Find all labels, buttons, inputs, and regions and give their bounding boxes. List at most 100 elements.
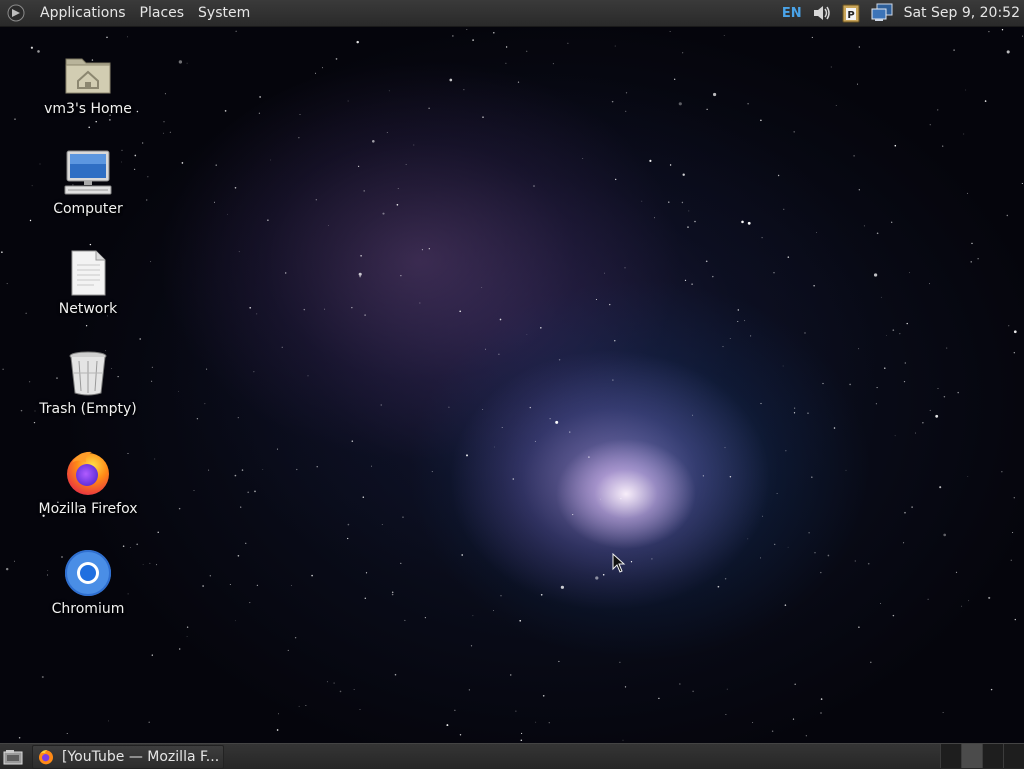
star: [470, 645, 473, 647]
star: [298, 705, 300, 707]
star: [529, 406, 531, 409]
volume-icon[interactable]: [812, 4, 832, 22]
star: [347, 523, 350, 526]
star: [867, 562, 870, 565]
clipboard-icon[interactable]: P: [842, 3, 860, 23]
menu-places[interactable]: Places: [133, 0, 192, 26]
star: [446, 724, 449, 727]
star: [254, 490, 256, 493]
star: [813, 285, 815, 287]
star: [876, 387, 878, 389]
star: [830, 66, 832, 68]
star: [651, 558, 653, 560]
star: [14, 560, 15, 562]
desktop-icon-computer[interactable]: Computer: [28, 148, 148, 217]
star: [777, 174, 780, 177]
star: [614, 45, 616, 47]
star: [853, 155, 855, 157]
star: [946, 347, 948, 349]
network-icon[interactable]: [870, 3, 894, 23]
star: [256, 313, 258, 315]
star: [620, 498, 622, 500]
star: [558, 359, 561, 361]
distro-logo-icon[interactable]: [7, 4, 25, 22]
desktop-icon-label: Mozilla Firefox: [38, 501, 138, 517]
desktop-icon-home[interactable]: vm3's Home: [28, 48, 148, 117]
star: [937, 109, 939, 111]
desktop-icon-firefox[interactable]: Mozilla Firefox: [28, 448, 148, 517]
starfield-wallpaper: [1, 25, 1023, 742]
star: [526, 333, 528, 335]
show-desktop-icon[interactable]: [2, 748, 24, 766]
star: [240, 506, 242, 508]
firefox-icon: [38, 748, 56, 766]
star: [400, 275, 402, 277]
star: [762, 515, 763, 517]
menu-applications[interactable]: Applications: [33, 0, 133, 26]
star: [876, 232, 879, 235]
star: [505, 46, 508, 48]
star: [990, 688, 993, 691]
star: [202, 585, 204, 587]
clock[interactable]: Sat Sep 9, 20:52: [904, 5, 1020, 21]
desktop-background[interactable]: [0, 0, 1024, 768]
workspace-3[interactable]: [982, 744, 1003, 768]
star: [299, 114, 301, 115]
star: [884, 367, 886, 369]
star: [904, 362, 906, 364]
star: [892, 329, 895, 331]
star: [674, 78, 676, 80]
star: [967, 192, 969, 194]
star: [249, 306, 252, 309]
star: [339, 690, 342, 693]
star: [142, 142, 144, 144]
star: [612, 379, 614, 381]
workspace-2[interactable]: [961, 744, 982, 768]
desktop-icon-network[interactable]: Network: [28, 248, 148, 317]
star: [903, 381, 906, 383]
star: [1013, 352, 1015, 354]
star: [729, 338, 731, 340]
star: [555, 420, 559, 424]
star: [771, 730, 774, 732]
star: [873, 273, 878, 277]
desktop-icon-chromium[interactable]: Chromium: [28, 548, 148, 617]
workspace-4[interactable]: [1003, 744, 1024, 768]
star: [382, 212, 385, 215]
star: [357, 165, 360, 167]
star: [1008, 325, 1010, 327]
star: [294, 637, 297, 639]
star: [461, 554, 464, 556]
star: [915, 432, 917, 434]
star: [668, 201, 670, 203]
star: [482, 116, 484, 118]
star: [856, 83, 859, 85]
star: [845, 469, 847, 471]
star: [922, 422, 924, 424]
star: [572, 514, 574, 516]
star: [880, 603, 881, 604]
keyboard-layout-indicator[interactable]: EN: [782, 6, 802, 21]
star: [127, 36, 128, 38]
star: [519, 619, 522, 622]
star: [238, 251, 240, 253]
star: [717, 585, 720, 588]
star: [400, 562, 402, 565]
taskbar-window-button[interactable]: [YouTube — Mozilla F...: [32, 744, 224, 769]
star: [569, 431, 571, 433]
star: [822, 382, 824, 385]
star: [151, 366, 154, 368]
star: [324, 308, 326, 310]
star: [428, 107, 430, 109]
firefox-icon: [63, 448, 113, 498]
desktop-icon-trash[interactable]: Trash (Empty): [28, 348, 148, 417]
star: [452, 35, 454, 37]
star: [937, 388, 939, 389]
desktop-icon-label: vm3's Home: [44, 101, 132, 117]
menu-system[interactable]: System: [191, 0, 257, 26]
workspace-1[interactable]: [940, 744, 961, 768]
star: [955, 571, 958, 574]
star: [322, 67, 324, 69]
star: [615, 178, 617, 181]
star: [792, 718, 795, 720]
